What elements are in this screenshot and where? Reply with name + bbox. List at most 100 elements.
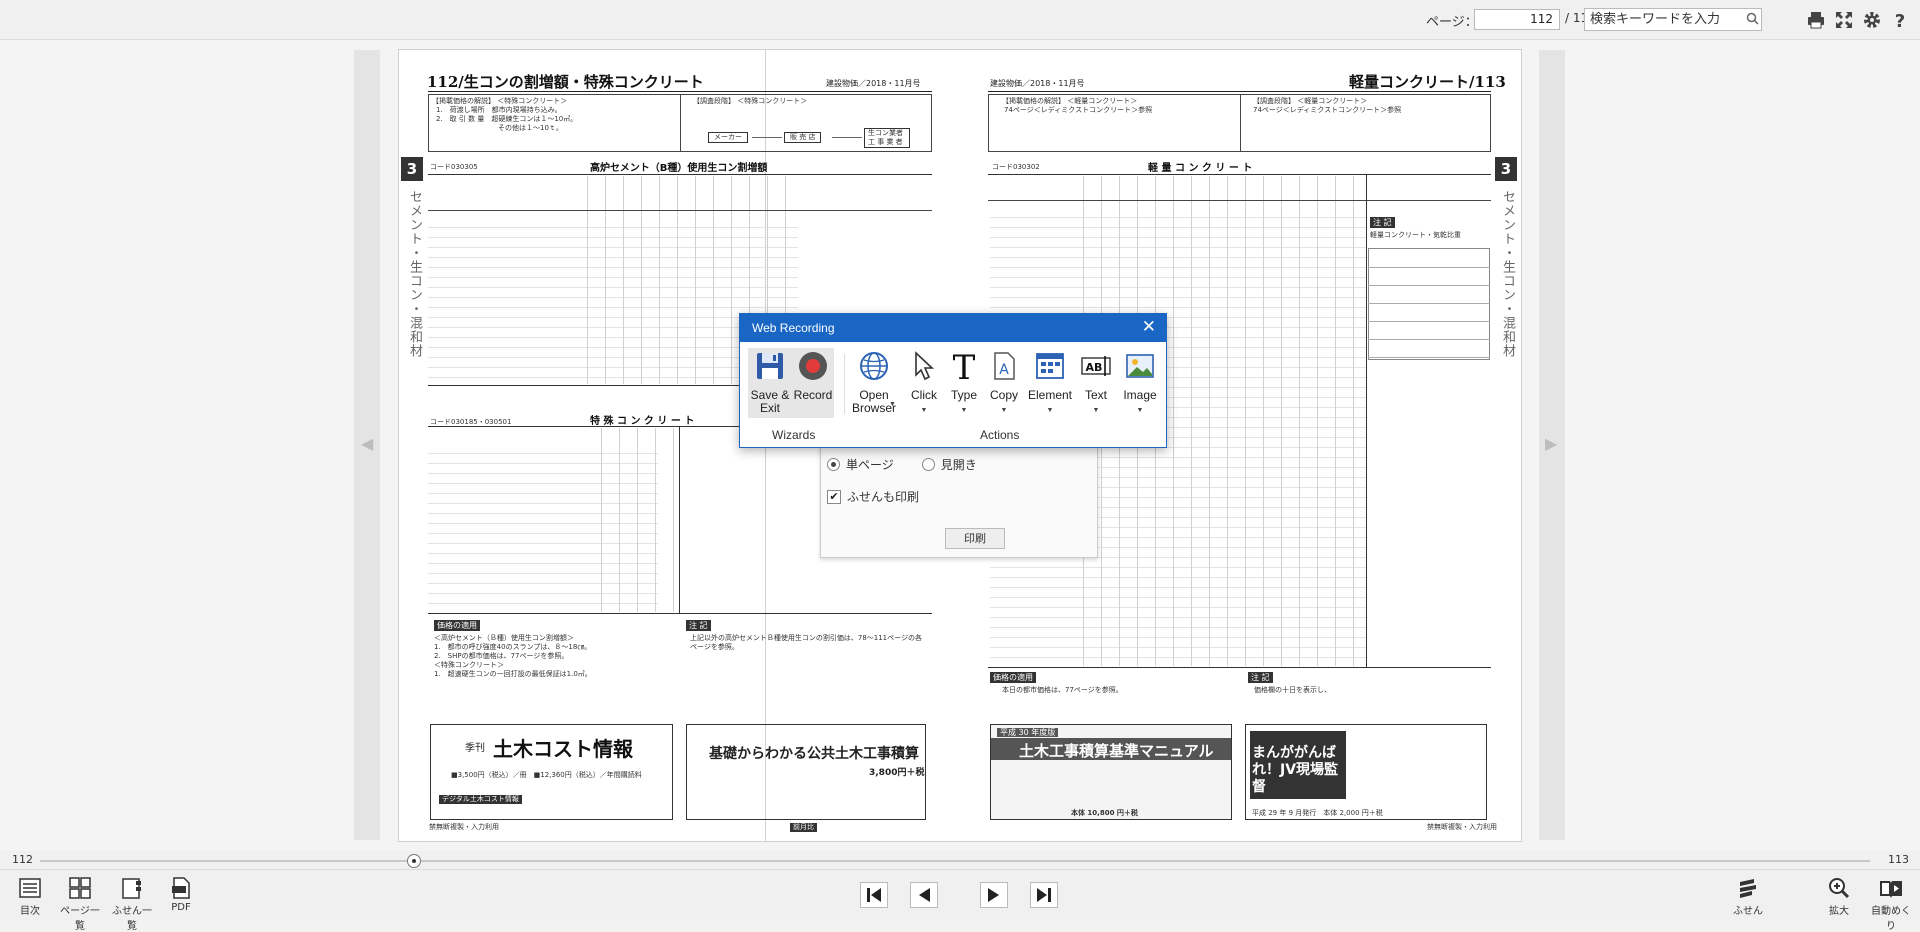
click-button[interactable]: Click ▼: [904, 350, 944, 417]
auto-flip-icon: [1880, 881, 1902, 898]
type-label: Type: [950, 388, 977, 402]
image-button[interactable]: Image ▼: [1118, 350, 1162, 417]
ad3-sub: 平成 30 年度版: [997, 728, 1059, 737]
sticky-button[interactable]: ふせん: [1730, 876, 1766, 917]
right-box1-title: 【掲載価格の解説】 ＜軽量コンクリート＞: [1002, 97, 1138, 105]
record-button[interactable]: Record: [790, 350, 836, 402]
svg-text:AB: AB: [1086, 361, 1103, 374]
text-button[interactable]: AB Text ▼: [1076, 350, 1116, 417]
print-button[interactable]: 印刷: [945, 528, 1005, 549]
ad1-sub: 季刊: [465, 743, 485, 754]
help-icon[interactable]: ?: [1890, 10, 1910, 30]
print-options-panel: 単ページ 見開き ✔ ふせんも印刷 印刷: [820, 435, 1098, 558]
prev-page-arrow[interactable]: ◀: [361, 434, 373, 453]
text-icon: AB: [1081, 356, 1111, 376]
wizards-group-label: Wizards: [772, 428, 816, 442]
left-price-note4: ＜特殊コンクリート＞: [434, 661, 504, 669]
slider-track[interactable]: [40, 860, 1870, 862]
settings-icon[interactable]: [1862, 10, 1882, 30]
first-page-icon[interactable]: [860, 882, 888, 908]
cursor-icon: [915, 351, 935, 381]
open-browser-button[interactable]: Open Browser ▼: [846, 350, 902, 415]
include-sticky-checkbox[interactable]: ✔: [827, 489, 841, 504]
ad3-title: 土木工事積算基準マニュアル: [1019, 742, 1214, 760]
auto-flip-button[interactable]: 自動めくり: [1868, 876, 1914, 932]
left-page-date: 建設物価／2018・11月号: [826, 79, 921, 88]
ad1-title: 土木コスト情報: [493, 737, 633, 761]
zoom-button[interactable]: 拡大: [1822, 876, 1856, 917]
left-price-note3: 2. SHPの都市価格は、77ページを参照。: [434, 652, 569, 660]
flow-shop: 販 売 店: [784, 132, 822, 143]
record-icon: [799, 352, 827, 380]
print-icon[interactable]: [1806, 10, 1826, 30]
close-icon[interactable]: ✕: [1142, 317, 1156, 337]
prev-page-icon[interactable]: [910, 882, 938, 908]
copy-button[interactable]: A Copy ▼: [984, 350, 1024, 417]
fullscreen-icon[interactable]: [1834, 10, 1854, 30]
web-recording-title: Web Recording: [740, 314, 1166, 342]
image-icon: [1126, 354, 1154, 378]
pdf-label: PDF: [171, 902, 191, 913]
zoom-label: 拡大: [1829, 906, 1849, 917]
sticky-label: ふせん: [1733, 906, 1763, 917]
list-icon: [19, 878, 41, 898]
search-input[interactable]: 検索キーワードを入力: [1584, 8, 1762, 31]
ad-sekisan-manual[interactable]: 平成 30 年度版 土木工事積算基準マニュアル 本体 10,800 円＋税: [990, 724, 1232, 820]
element-icon: [1036, 353, 1064, 379]
include-sticky-label: ふせんも印刷: [847, 490, 920, 504]
ad4-price: 平成 29 年 9 月発行 本体 2,000 円＋税: [1252, 809, 1383, 817]
type-button[interactable]: T Type ▼: [944, 348, 984, 417]
ad-jv-genba[interactable]: まんががんばれ！JV現場監督 平成 29 年 9 月発行 本体 2,000 円＋…: [1245, 724, 1487, 820]
slider-knob[interactable]: [407, 854, 421, 868]
top-toolbar: ページ： 112 / 1112 検索キーワードを入力 ?: [0, 0, 1920, 40]
pdf-icon: [172, 877, 190, 899]
flow-user: 生コン業者 工 事 業 者: [864, 128, 910, 148]
left-box1-title: 【掲載価格の解説】 ＜特殊コンクリート＞: [432, 97, 568, 105]
left-page-title: 112/生コンの割増額・特殊コンクリート: [427, 73, 704, 91]
right-box2-line1: 74ページ＜レディミクストコンクリート＞参照: [1253, 106, 1402, 114]
left-box1-line1: 1. 荷渡し場所 都市内現場持ち込み。: [436, 106, 562, 114]
left-table1-title: 高炉セメント（B種）使用生コン割増額: [590, 163, 768, 174]
web-recording-dialog: Web Recording ✕ Save & Exit Record Open …: [739, 313, 1167, 448]
single-page-radio[interactable]: [827, 458, 840, 471]
right-price-note: 本日の都市価格は、77ページを参照。: [1002, 686, 1123, 694]
ad1-price: ■3,500円（税込）／冊 ■12,360円（税込）／年間購読料: [451, 771, 642, 779]
next-page-arrow[interactable]: ▶: [1545, 434, 1557, 453]
pdf-button[interactable]: PDF: [166, 876, 196, 913]
toc-button[interactable]: 目次: [14, 876, 46, 917]
sticky-list-button[interactable]: ふせん一覧: [110, 876, 154, 932]
right-footer: 禁無断複製・入力利用: [1427, 823, 1497, 831]
sticky-list-icon: [122, 878, 141, 899]
right-note2-tag: 注 記: [1248, 672, 1273, 683]
right-box1-line1: 74ページ＜レディミクストコンクリート＞参照: [1004, 106, 1153, 114]
save-exit-button[interactable]: Save & Exit: [750, 350, 790, 415]
slider-left-label: 112: [12, 853, 33, 866]
left-note-tag: 注 記: [686, 620, 711, 631]
image-label: Image: [1123, 388, 1157, 402]
left-box1-line2: 2. 取 引 数 量 超硬練生コンは１～10㎥。: [436, 115, 578, 123]
search-icon[interactable]: [1746, 12, 1759, 25]
right-chapter-badge: 3: [1495, 157, 1517, 181]
right-page-date: 建設物価／2018・11月号: [990, 79, 1085, 88]
single-page-label: 単ページ: [846, 458, 894, 472]
click-label: Click: [911, 388, 937, 402]
page-list-button[interactable]: ページ一覧: [58, 876, 102, 932]
ad3-price: 本体 10,800 円＋税: [1071, 809, 1138, 817]
page-number-input[interactable]: 112: [1474, 9, 1560, 30]
right-page-title: 軽量コンクリート/113: [1349, 73, 1506, 91]
element-button[interactable]: Element ▼: [1026, 350, 1074, 417]
page-label: ページ：: [1426, 15, 1478, 30]
spread-radio[interactable]: [921, 458, 935, 471]
copy-icon: A: [994, 352, 1015, 380]
ad-kiso-sekisan[interactable]: 基礎からわかる公共土木工事積算 3,800円＋税: [686, 724, 926, 820]
left-side-label: セメント・生コン・混和材: [407, 190, 422, 358]
left-price-note2: 1. 都市の呼び強度40のスランプは、８～18㎝。: [434, 643, 592, 651]
left-price-tag: 価格の適用: [434, 620, 480, 631]
ad-doboku-cost[interactable]: 季刊 土木コスト情報 ■3,500円（税込）／冊 ■12,360円（税込）／年間…: [430, 724, 673, 820]
left-box1-line3: その他は１～10ｔ。: [498, 124, 563, 132]
left-box2-title: 【調査段階】 ＜特殊コンクリート＞: [693, 97, 808, 105]
ad4-title: まんががんばれ！JV現場監督: [1252, 745, 1339, 795]
next-page-icon[interactable]: [980, 882, 1008, 908]
page-list-label: ページ一覧: [60, 906, 100, 932]
last-page-icon[interactable]: [1030, 882, 1058, 908]
